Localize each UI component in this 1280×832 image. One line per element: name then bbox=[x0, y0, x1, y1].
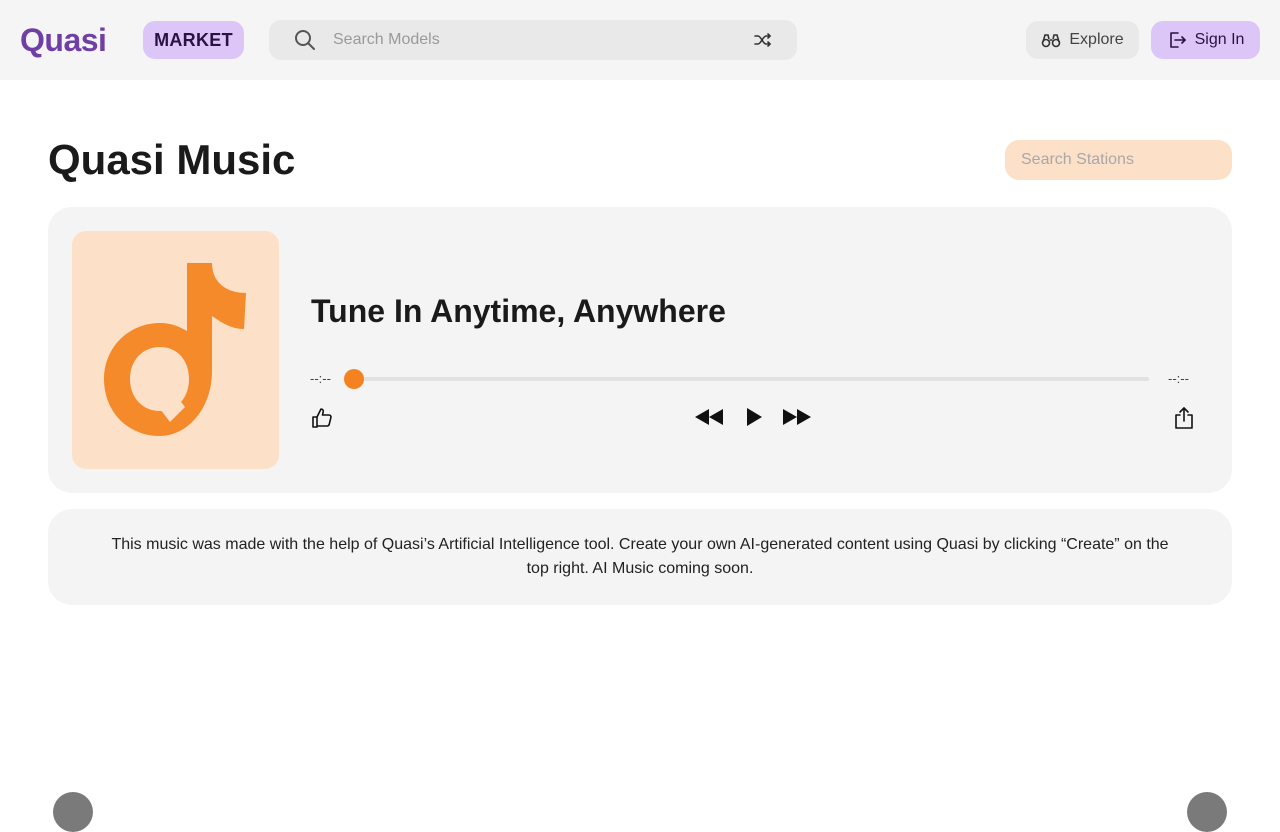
share-button[interactable] bbox=[1169, 403, 1199, 433]
search-stations-input[interactable] bbox=[1005, 140, 1232, 180]
scroll-left-button[interactable] bbox=[53, 792, 93, 832]
rewind-icon bbox=[695, 409, 723, 425]
model-search-bar bbox=[269, 20, 797, 60]
search-models-input[interactable] bbox=[333, 20, 733, 60]
progress-handle[interactable] bbox=[344, 369, 364, 389]
quasi-logo[interactable]: Quasi bbox=[20, 22, 107, 58]
shuffle-icon[interactable] bbox=[753, 30, 773, 50]
fast-forward-icon bbox=[783, 409, 811, 425]
ai-info-banner: This music was made with the help of Qua… bbox=[48, 509, 1232, 605]
ai-info-text: This music was made with the help of Qua… bbox=[111, 536, 1169, 577]
music-player-card: Tune In Anytime, Anywhere --:-- --:-- bbox=[48, 207, 1232, 493]
elapsed-time: --:-- bbox=[310, 371, 331, 386]
like-button[interactable] bbox=[307, 403, 337, 433]
play-icon bbox=[747, 408, 762, 426]
scroll-right-button[interactable] bbox=[1187, 792, 1227, 832]
track-title: Tune In Anytime, Anywhere bbox=[311, 293, 726, 329]
album-cover bbox=[72, 231, 279, 469]
thumbs-up-icon bbox=[312, 408, 332, 428]
total-time: --:-- bbox=[1168, 371, 1189, 386]
top-navigation-bar: Quasi MARKET Explore Sign In bbox=[0, 0, 1280, 80]
market-button[interactable]: MARKET bbox=[143, 21, 244, 59]
rewind-button[interactable] bbox=[693, 405, 725, 429]
sign-in-button[interactable]: Sign In bbox=[1151, 21, 1260, 59]
explore-label: Explore bbox=[1069, 31, 1124, 48]
share-icon bbox=[1175, 407, 1193, 429]
binoculars-icon bbox=[1042, 34, 1061, 48]
progress-track[interactable] bbox=[346, 377, 1149, 381]
play-button[interactable] bbox=[742, 405, 766, 429]
page-title: Quasi Music bbox=[48, 136, 296, 183]
sign-in-label: Sign In bbox=[1194, 31, 1245, 48]
search-icon bbox=[295, 30, 315, 50]
fast-forward-button[interactable] bbox=[781, 405, 813, 429]
sign-in-icon bbox=[1169, 32, 1186, 48]
explore-button[interactable]: Explore bbox=[1026, 21, 1139, 59]
quasi-music-note-icon bbox=[104, 263, 246, 436]
